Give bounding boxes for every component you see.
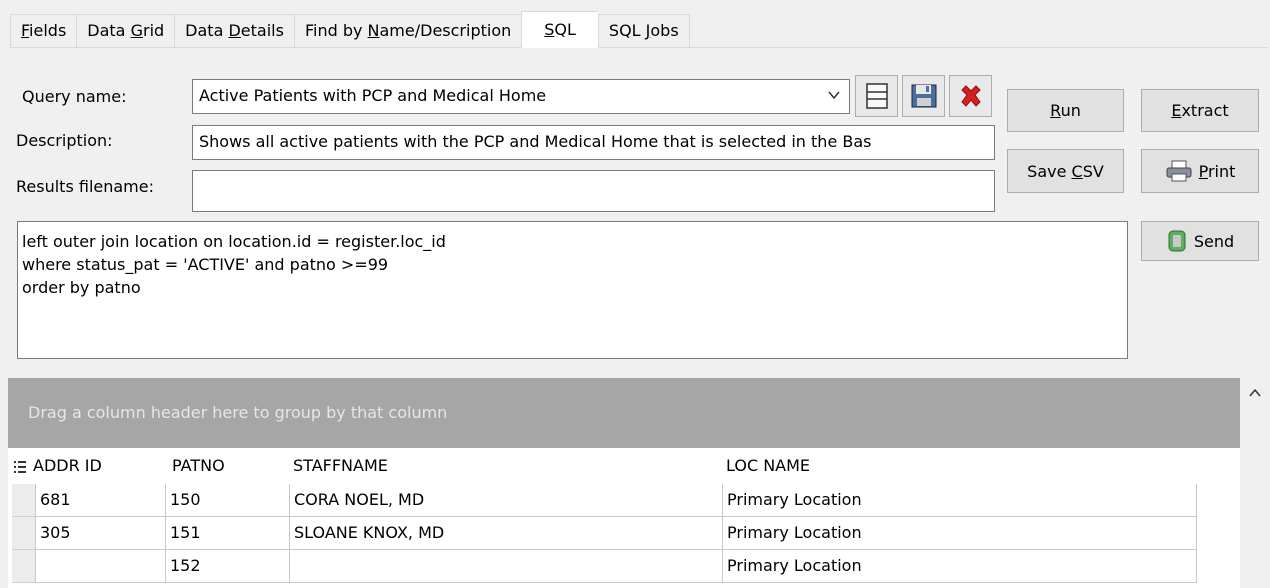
- cell-addr-id: [35, 550, 165, 583]
- group-by-panel[interactable]: Drag a column header here to group by th…: [8, 378, 1240, 448]
- results-grid[interactable]: Drag a column header here to group by th…: [8, 378, 1270, 588]
- cell-patno: 151: [165, 517, 289, 550]
- save-csv-button[interactable]: Save CSV: [1007, 149, 1124, 193]
- sql-editor[interactable]: left outer join location on location.id …: [17, 221, 1128, 359]
- tab-bar: Fields Data Grid Data Details Find by Na…: [10, 11, 690, 48]
- tab-data-details[interactable]: Data Details: [174, 14, 294, 48]
- cell-staffname: SLOANE KNOX, MD: [289, 517, 722, 550]
- send-button[interactable]: Send: [1141, 221, 1259, 261]
- description-input[interactable]: Shows all active patients with the PCP a…: [192, 125, 995, 160]
- description-label: Description:: [16, 131, 113, 150]
- red-x-icon: [960, 85, 981, 107]
- column-header-loc-name[interactable]: LOC NAME: [722, 448, 810, 484]
- cell-staffname: CORA NOEL, MD: [289, 484, 722, 517]
- cell-staffname: [289, 550, 722, 583]
- query-name-value: Active Patients with PCP and Medical Hom…: [199, 86, 547, 105]
- run-button[interactable]: Run: [1007, 89, 1124, 132]
- extract-button[interactable]: Extract: [1141, 89, 1259, 132]
- column-chooser-icon[interactable]: [14, 460, 26, 474]
- tab-sql-jobs[interactable]: SQL Jobs: [597, 14, 690, 48]
- cell-addr-id: 305: [35, 517, 165, 550]
- grid-header: ADDR ID PATNO STAFFNAME LOC NAME: [8, 448, 1240, 484]
- query-name-label: Query name:: [22, 87, 127, 106]
- description-value: Shows all active patients with the PCP a…: [199, 132, 872, 151]
- tab-fields[interactable]: Fields: [10, 14, 77, 48]
- cell-loc-name: Primary Location: [722, 517, 1197, 550]
- send-label: Send: [1193, 231, 1235, 251]
- column-header-patno[interactable]: PATNO: [168, 448, 225, 484]
- new-query-button[interactable]: [855, 75, 898, 117]
- tab-find-by-name[interactable]: Find by Name/Description: [293, 14, 522, 48]
- cell-addr-id: 681: [35, 484, 165, 517]
- save-disk-icon: [911, 84, 936, 108]
- results-filename-input[interactable]: [192, 170, 995, 212]
- cell-patno: 150: [165, 484, 289, 517]
- table-row[interactable]: 152 Primary Location: [8, 550, 1240, 583]
- results-filename-label: Results filename:: [16, 177, 154, 196]
- tab-sql[interactable]: SQL: [521, 11, 598, 48]
- document-icon: [865, 83, 888, 109]
- chevron-down-icon: [828, 91, 840, 100]
- row-indicator[interactable]: [12, 484, 36, 517]
- query-name-combo[interactable]: Active Patients with PCP and Medical Hom…: [192, 79, 850, 114]
- print-button[interactable]: Print: [1141, 149, 1259, 193]
- cell-loc-name: Primary Location: [722, 550, 1197, 583]
- delete-query-button[interactable]: [949, 75, 992, 117]
- column-header-staffname[interactable]: STAFFNAME: [289, 448, 388, 484]
- tab-data-grid[interactable]: Data Grid: [76, 14, 175, 48]
- printer-icon: [1166, 160, 1192, 182]
- cell-loc-name: Primary Location: [722, 484, 1197, 517]
- row-indicator[interactable]: [12, 517, 36, 550]
- table-row[interactable]: 681 150 CORA NOEL, MD Primary Location: [8, 484, 1240, 517]
- chevron-up-icon[interactable]: [1248, 386, 1262, 400]
- save-query-button[interactable]: [902, 75, 945, 117]
- table-row[interactable]: 305 151 SLOANE KNOX, MD Primary Location: [8, 517, 1240, 550]
- row-indicator[interactable]: [12, 550, 36, 583]
- sql-panel: Query name: Active Patients with PCP and…: [10, 47, 1268, 367]
- vertical-scrollbar[interactable]: [1240, 378, 1270, 588]
- send-icon: [1168, 230, 1186, 252]
- column-header-addr-id[interactable]: ADDR ID: [29, 448, 102, 484]
- cell-patno: 152: [165, 550, 289, 583]
